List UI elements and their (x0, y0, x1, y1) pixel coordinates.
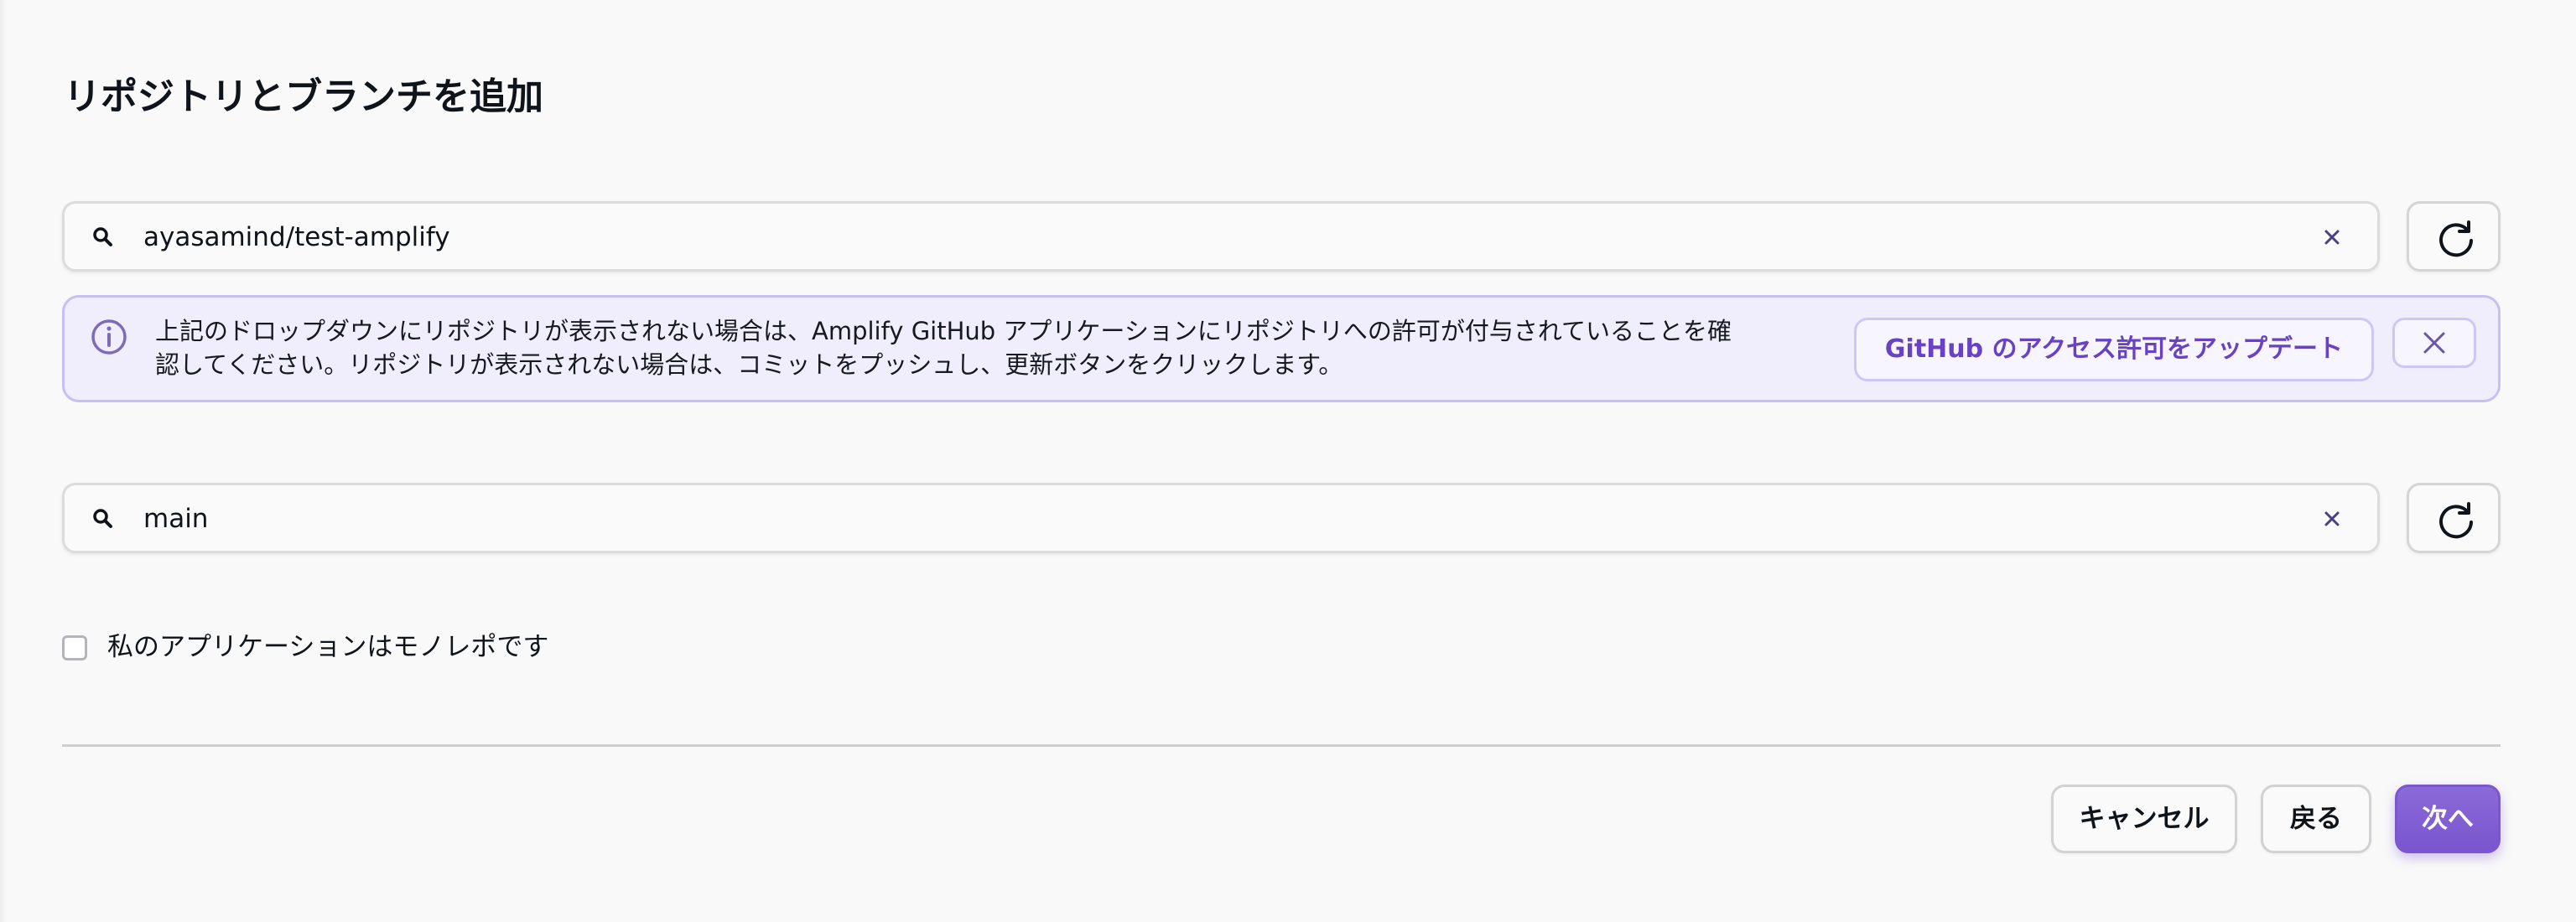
clear-icon[interactable] (2319, 224, 2345, 251)
github-permission-alert: 上記のドロップダウンにリポジトリが表示されない場合は、Amplify GitHu… (62, 295, 2501, 402)
repository-search-input[interactable]: ayasamind/test-amplify (62, 201, 2380, 272)
repository-search-row: ayasamind/test-amplify (62, 201, 2501, 272)
add-repository-branch-page: リポジトリとブランチを追加 ayasamind/test-amplify 上記の… (0, 0, 2576, 922)
clear-icon[interactable] (2319, 505, 2345, 532)
branch-search-row: main (62, 483, 2501, 553)
branch-search-input[interactable]: main (62, 483, 2380, 553)
info-icon (90, 318, 128, 356)
repository-refresh-button[interactable] (2407, 201, 2501, 272)
refresh-icon (2439, 220, 2473, 257)
footer-divider (62, 744, 2501, 747)
back-button[interactable]: 戻る (2261, 785, 2371, 853)
monorepo-checkbox[interactable] (62, 635, 87, 660)
branch-refresh-button[interactable] (2407, 483, 2501, 553)
cancel-button[interactable]: キャンセル (2051, 785, 2237, 853)
refresh-icon (2439, 502, 2473, 539)
repository-search-value[interactable]: ayasamind/test-amplify (143, 217, 450, 257)
search-icon (90, 224, 117, 251)
next-button[interactable]: 次へ (2395, 785, 2501, 853)
close-icon (2423, 332, 2445, 354)
search-icon (90, 505, 117, 532)
alert-message-line-1: 上記のドロップダウンにリポジトリが表示されない場合は、Amplify GitHu… (155, 317, 1732, 345)
update-github-permissions-button[interactable]: GitHub のアクセス許可をアップデート (1854, 318, 2374, 381)
alert-message: 上記のドロップダウンにリポジトリが表示されない場合は、Amplify GitHu… (155, 314, 1899, 381)
branch-search-value[interactable]: main (143, 499, 208, 539)
alert-message-line-2: 認してください。リポジトリが表示されない場合は、コミットをプッシュし、更新ボタン… (155, 350, 1343, 379)
page-title: リポジトリとブランチを追加 (64, 75, 543, 118)
page-left-edge (0, 0, 7, 922)
monorepo-checkbox-label[interactable]: 私のアプリケーションはモノレポです (107, 627, 548, 667)
alert-dismiss-button[interactable] (2392, 318, 2476, 368)
